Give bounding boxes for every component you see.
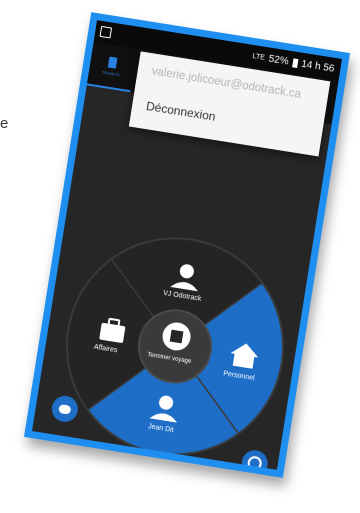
document-icon: [107, 56, 118, 69]
battery-level: 52%: [267, 53, 290, 68]
battery-icon: [291, 57, 299, 68]
logout-item[interactable]: Déconnexion: [145, 99, 216, 124]
signal-label: LTE: [252, 52, 266, 62]
clock: 14 h 56: [300, 58, 336, 75]
notification-icon: [99, 25, 113, 39]
chat-icon: [58, 403, 72, 415]
tab-trips[interactable]: TRAJETS: [86, 41, 138, 93]
tab-label: TRAJETS: [101, 69, 121, 77]
stop-icon: [169, 329, 184, 344]
phone-mockup: LTE 52% 14 h 56 TRAJETS VJ Odotrack Affa…: [23, 12, 351, 478]
app-screen: LTE 52% 14 h 56 TRAJETS VJ Odotrack Affa…: [31, 20, 343, 478]
trip-dial: VJ Odotrack Affaires Personnel Jean Dit …: [49, 221, 301, 473]
phone-frame: LTE 52% 14 h 56 TRAJETS VJ Odotrack Affa…: [23, 12, 351, 478]
dial-graphic: [65, 237, 284, 456]
side-text: e: [0, 115, 9, 132]
car-location-icon: [244, 453, 265, 474]
